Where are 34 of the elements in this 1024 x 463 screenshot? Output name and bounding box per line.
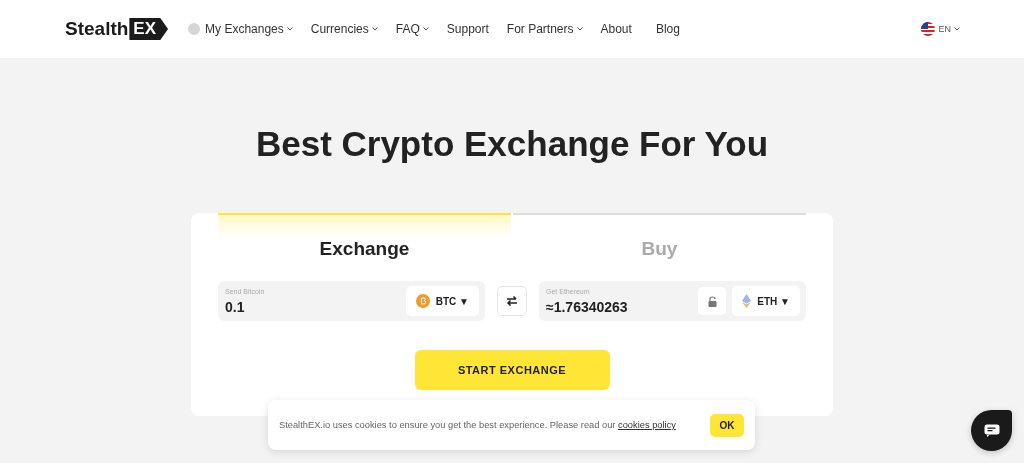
currency-selector[interactable]: BTC ▼ xyxy=(405,286,479,316)
currency-selector[interactable]: ETH ▼ xyxy=(732,286,800,316)
caret-icon xyxy=(576,27,583,31)
caret-icon xyxy=(954,27,960,31)
swap-icon xyxy=(506,295,518,307)
coin-icon xyxy=(188,23,201,35)
nav-link[interactable]: About xyxy=(600,22,632,36)
caret-icon xyxy=(422,27,429,31)
start-exchange-button[interactable]: START EXCHANGE xyxy=(414,350,610,390)
chat-button[interactable] xyxy=(971,410,1012,451)
nav-link[interactable]: FAQ xyxy=(395,22,429,36)
nav-link[interactable]: Support xyxy=(446,22,489,36)
ok-button[interactable]: OK xyxy=(710,413,744,437)
flag-icon xyxy=(921,22,936,36)
logo-tag: EX xyxy=(129,18,169,40)
page-title: Best Crypto Exchange For You xyxy=(255,124,769,165)
nav-link[interactable]: Blog xyxy=(655,22,680,36)
nav-link[interactable]: My Exchanges xyxy=(188,22,293,36)
language-code: EN xyxy=(938,24,951,34)
nav-link[interactable]: Currencies xyxy=(310,22,378,36)
lock-icon xyxy=(707,295,717,307)
caret-icon xyxy=(371,27,378,31)
cookie-message: StealthEX.io uses cookies to ensure you get the best experience. Please read our cookies policy xyxy=(279,420,677,430)
cookies-policy-link[interactable]: cookies policy xyxy=(618,420,676,430)
bitcoin-icon xyxy=(415,294,430,308)
ethereum-icon xyxy=(742,294,752,308)
logo[interactable]: Stealth EX xyxy=(65,18,169,40)
language-selector[interactable]: EN xyxy=(921,22,960,36)
nav-link[interactable]: For Partners xyxy=(506,22,583,36)
chat-icon xyxy=(983,424,1000,437)
logo-text: Stealth xyxy=(65,18,129,40)
swap-button[interactable] xyxy=(497,286,527,316)
lock-button[interactable] xyxy=(698,287,727,315)
caret-icon xyxy=(286,27,293,31)
